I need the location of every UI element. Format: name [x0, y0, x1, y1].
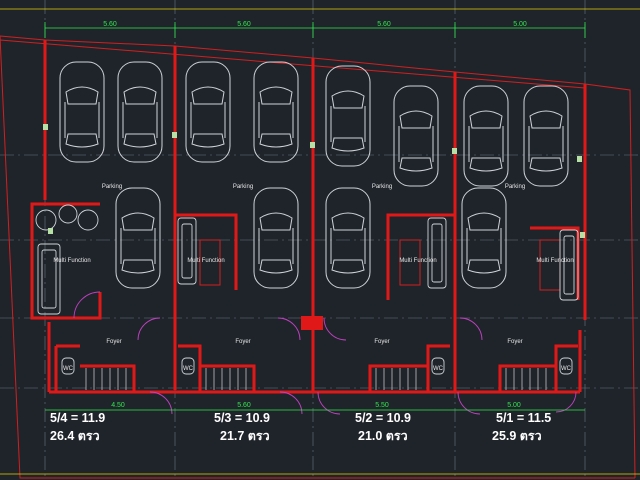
car-icon	[117, 61, 163, 163]
foyer-label: Foyer	[235, 339, 250, 345]
plot-size-label: 21.7 ตรว	[220, 429, 270, 443]
parking-label: Parking	[102, 184, 122, 190]
car-icon	[461, 187, 507, 289]
parking-label: Parking	[233, 184, 253, 190]
floor-plan-drawing: 5.60 5.60 5.60 5.00 4.50 5.60 5.50 5.00 …	[0, 0, 640, 480]
top-dimension-line: 5.60 5.60 5.60 5.00	[0, 8, 640, 38]
car-icon	[115, 187, 161, 289]
plot-area-label: 5/1 = 11.5	[496, 411, 551, 425]
wc-label: WC	[183, 366, 194, 372]
car-icon	[523, 85, 569, 187]
bottom-dimension-1: 4.50	[111, 402, 125, 409]
wc-label: WC	[561, 366, 572, 372]
wc-label: WC	[63, 366, 74, 372]
parking-label: Parking	[372, 184, 392, 190]
wc-label: WC	[433, 366, 444, 372]
car-icon	[59, 61, 105, 163]
car-icon	[185, 61, 231, 163]
car-icon	[325, 187, 371, 289]
car-icon	[463, 85, 509, 187]
car-icon	[393, 85, 439, 187]
plot-area-label: 5/4 = 11.9	[50, 411, 105, 425]
wc-and-stairs	[54, 344, 578, 392]
floor-plan-svg: 5.60 5.60 5.60 5.00 4.50 5.60 5.50 5.00 …	[0, 0, 640, 480]
car-icon	[253, 61, 299, 163]
bottom-dimension-4: 5.00	[507, 402, 521, 409]
unit-5-1: Parking Multi Function Foyer WC 5/1 = 11…	[492, 184, 574, 443]
unit-5-2: Parking Multi Function Foyer WC 5/2 = 10…	[355, 184, 444, 443]
bottom-dimension-line: 4.50 5.60 5.50 5.00	[45, 402, 585, 411]
multi-function-label: Multi Function	[53, 258, 90, 264]
foyer-label: Foyer	[106, 339, 121, 345]
car-icon	[253, 187, 299, 289]
plot-size-label: 21.0 ตรว	[358, 429, 408, 443]
doors	[73, 291, 577, 415]
top-dimension-4: 5.00	[513, 21, 527, 28]
foyer-label: Foyer	[374, 339, 389, 345]
bottom-dimension-2: 5.60	[237, 402, 251, 409]
car-icon	[325, 65, 371, 167]
multi-function-label: Multi Function	[187, 258, 224, 264]
multi-function-rooms	[30, 202, 580, 320]
top-dimension-2: 5.60	[237, 21, 251, 28]
plot-area-label: 5/3 = 10.9	[214, 411, 270, 425]
foyer-label: Foyer	[507, 339, 522, 345]
top-dimension-1: 5.60	[103, 21, 117, 28]
multi-function-label: Multi Function	[399, 258, 436, 264]
parking-label: Parking	[505, 184, 525, 190]
multi-function-label: Multi Function	[536, 258, 573, 264]
plot-size-label: 26.4 ตรว	[50, 429, 100, 443]
bottom-dimension-3: 5.50	[375, 402, 389, 409]
plot-size-label: 25.9 ตรว	[492, 429, 542, 443]
top-dimension-3: 5.60	[377, 21, 391, 28]
plot-area-label: 5/2 = 10.9	[355, 411, 411, 425]
